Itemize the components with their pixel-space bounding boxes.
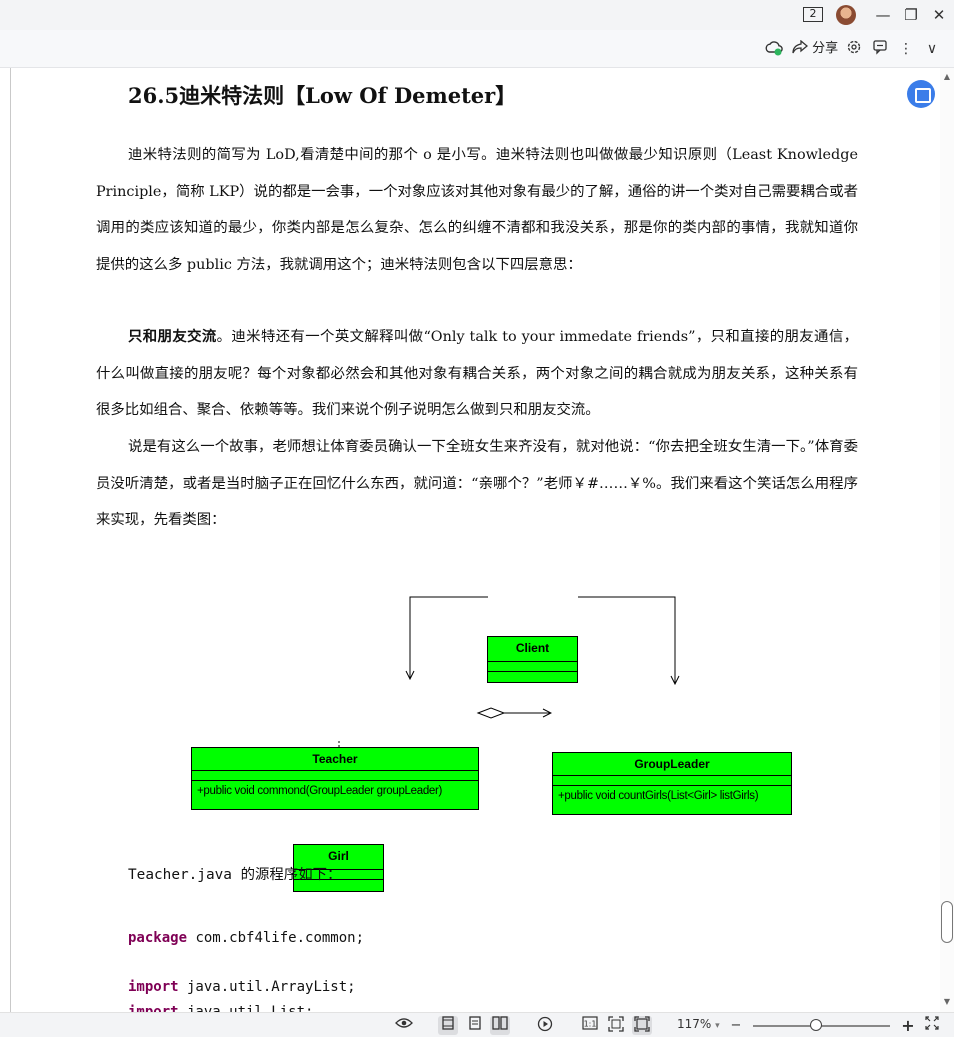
- class-name: Girl: [328, 849, 349, 863]
- code-text: java.util.ArrayList;: [178, 979, 356, 995]
- association-client-teacher: [410, 596, 488, 679]
- code-line-import: import java.util.ArrayList;: [128, 979, 356, 995]
- actual-size-icon[interactable]: 1:1: [580, 1016, 600, 1035]
- comment-icon[interactable]: [870, 39, 890, 59]
- toolbar: 分享 ⋮ ∨: [0, 30, 954, 68]
- class-name: Client: [515, 641, 550, 655]
- uml-class-client: Client: [487, 636, 578, 683]
- paragraph-lod-intro: 迪米特法则的简写为 LoD,看清楚中间的那个 o 是小写。迪米特法则也叫做做最少…: [96, 147, 858, 273]
- uml-class-teacher: Teacher +public void commond(GroupLeader…: [191, 747, 479, 810]
- float-tool-button[interactable]: [907, 80, 935, 108]
- class-operation: +public void countGirls(List<Girl> listG…: [558, 790, 759, 802]
- close-button[interactable]: ✕: [928, 4, 950, 26]
- minimize-button[interactable]: —: [872, 4, 894, 26]
- zoom-out-button[interactable]: −: [726, 1016, 746, 1035]
- aggregation-diamond: [476, 707, 506, 719]
- code-keyword: package: [128, 930, 188, 946]
- more-options-icon[interactable]: ⋮: [896, 39, 916, 59]
- chevron-down-icon: ▾: [715, 1021, 720, 1031]
- scroll-up-icon[interactable]: ▲: [942, 72, 952, 82]
- two-page-icon[interactable]: [490, 1016, 510, 1035]
- title-bar: 2 — ❐ ✕: [0, 0, 954, 30]
- zoom-level: 117%: [677, 1017, 712, 1031]
- eye-icon[interactable]: [394, 1016, 414, 1035]
- code-line-import: import java.util.List;: [128, 1004, 313, 1012]
- bold-phrase: 只和朋友交流: [128, 329, 217, 345]
- fullscreen-icon[interactable]: [922, 1016, 942, 1035]
- paragraph-only-talk-to-friends: 只和朋友交流。迪米特还有一个英文解释叫做“Only talk to your i…: [96, 319, 858, 429]
- vertical-scrollbar[interactable]: ▲ ▼: [940, 68, 954, 1012]
- code-keyword: import: [128, 1004, 179, 1012]
- share-label: 分享: [812, 41, 839, 56]
- scrollbar-thumb[interactable]: [941, 901, 953, 943]
- association-client-groupleader: [578, 596, 675, 684]
- fit-page-icon[interactable]: [632, 1016, 652, 1035]
- restore-button[interactable]: ❐: [900, 4, 922, 26]
- code-keyword: import: [128, 979, 179, 995]
- single-page-icon[interactable]: [438, 1016, 458, 1035]
- avatar[interactable]: [836, 5, 856, 25]
- window-count-badge[interactable]: 2: [803, 7, 823, 22]
- code-intro: Teacher.java 的源程序如下：: [128, 867, 342, 883]
- section-heading: 26.5迪米特法则【Low Of Demeter】: [128, 83, 517, 108]
- zoom-dropdown[interactable]: 117% ▾: [677, 1017, 720, 1031]
- zoom-in-button[interactable]: +: [898, 1016, 918, 1035]
- document-view[interactable]: 26.5迪米特法则【Low Of Demeter】 迪米特法则的简写为 LoD,…: [0, 68, 940, 1012]
- uml-class-groupleader: GroupLeader +public void countGirls(List…: [552, 752, 792, 815]
- svg-text:1:1: 1:1: [584, 1020, 597, 1029]
- continuous-page-icon[interactable]: [465, 1016, 485, 1035]
- cloud-sync-icon[interactable]: [764, 39, 784, 59]
- share-button[interactable]: 分享: [792, 39, 838, 59]
- class-operation: +public void commond(GroupLeader groupLe…: [197, 785, 443, 797]
- page-edge: [10, 68, 11, 1012]
- code-text: java.util.List;: [178, 1004, 314, 1012]
- class-name: Teacher: [312, 752, 358, 766]
- fit-width-icon[interactable]: [606, 1016, 626, 1035]
- gear-icon[interactable]: [844, 39, 864, 59]
- collapse-toolbar-icon[interactable]: ∨: [922, 39, 942, 59]
- scroll-down-icon[interactable]: ▼: [942, 997, 952, 1007]
- zoom-slider-knob[interactable]: [810, 1019, 823, 1031]
- share-icon: [792, 39, 809, 54]
- code-text: com.cbf4life.common;: [187, 930, 365, 946]
- status-bar: 1:1 117% ▾ − +: [0, 1012, 954, 1037]
- play-icon[interactable]: [535, 1016, 555, 1035]
- paragraph-story: 说是有这么一个故事，老师想让体育委员确认一下全班女生来齐没有，就对他说：“你去把…: [96, 439, 858, 528]
- uml-class-diagram: Client Teacher +public void commond(Grou…: [188, 565, 798, 892]
- class-name: GroupLeader: [634, 757, 710, 771]
- code-line-package: package com.cbf4life.common;: [128, 930, 364, 946]
